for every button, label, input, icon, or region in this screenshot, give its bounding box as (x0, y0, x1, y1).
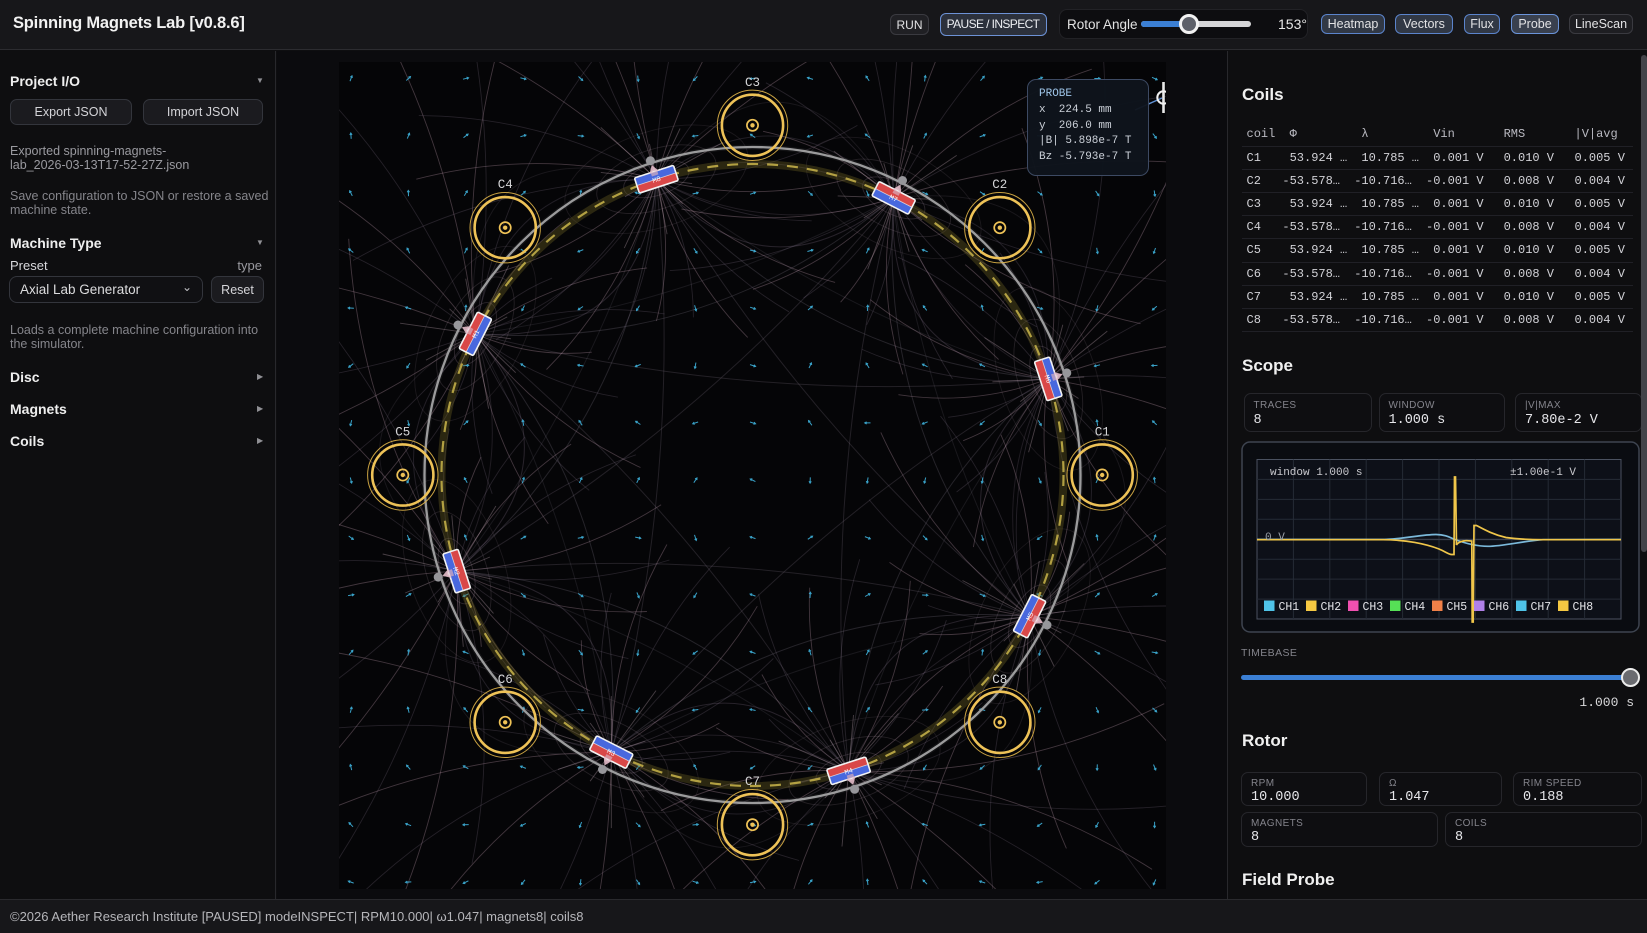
svg-text:C3: C3 (745, 76, 760, 90)
svg-text:CH1: CH1 (1279, 601, 1300, 614)
svg-text:C4: C4 (498, 178, 513, 192)
svg-text:CH5: CH5 (1447, 601, 1468, 614)
svg-text:CH8: CH8 (1573, 601, 1594, 614)
svg-text:CH6: CH6 (1489, 601, 1510, 614)
svg-text:±1.00e-1 V: ±1.00e-1 V (1510, 467, 1576, 479)
svg-text:CH2: CH2 (1321, 601, 1342, 614)
svg-text:CH7: CH7 (1531, 601, 1552, 614)
svg-text:C8: C8 (992, 673, 1007, 687)
svg-text:0 V: 0 V (1265, 532, 1285, 544)
svg-text:C2: C2 (992, 178, 1007, 192)
svg-text:CH4: CH4 (1405, 601, 1426, 614)
svg-text:C1: C1 (1095, 426, 1110, 440)
svg-text:C6: C6 (498, 673, 513, 687)
svg-text:window 1.000 s: window 1.000 s (1270, 467, 1362, 479)
svg-text:CH3: CH3 (1363, 601, 1384, 614)
svg-text:C5: C5 (395, 426, 410, 440)
svg-text:C7: C7 (745, 775, 760, 789)
